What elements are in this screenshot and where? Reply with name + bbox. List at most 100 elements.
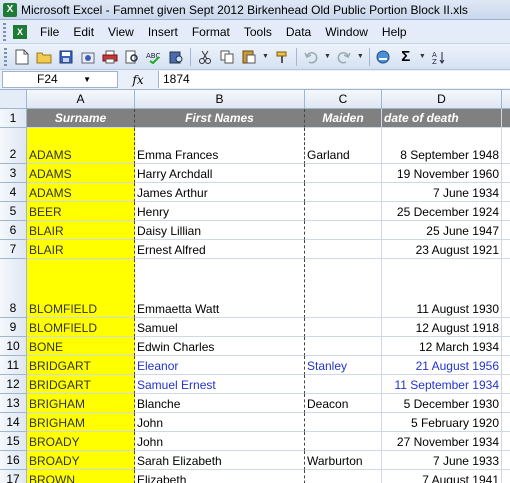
cell-surname[interactable]: BROWN: [27, 470, 135, 483]
name-box[interactable]: F24 ▼: [2, 71, 118, 88]
cell-e[interactable]: [502, 240, 510, 259]
cell-date-of-death[interactable]: 7 June 1934: [382, 183, 502, 202]
cell-first-names[interactable]: Eleanor: [135, 356, 305, 375]
column-header-d[interactable]: D: [382, 90, 502, 109]
insert-function-button[interactable]: fx: [118, 73, 158, 87]
autosum-dropdown-icon[interactable]: ▼: [419, 53, 426, 60]
open-icon[interactable]: [34, 47, 54, 67]
row-header[interactable]: 9: [0, 318, 27, 337]
formula-input[interactable]: 1874: [158, 71, 510, 88]
cell-e[interactable]: [502, 413, 510, 432]
new-icon[interactable]: [12, 47, 32, 67]
cell-maiden[interactable]: [305, 375, 382, 394]
cell-maiden[interactable]: [305, 318, 382, 337]
cell-date-of-death[interactable]: 5 February 1920: [382, 413, 502, 432]
row-header[interactable]: 12: [0, 375, 27, 394]
cell-first-names[interactable]: James Arthur: [135, 183, 305, 202]
name-box-dropdown-icon[interactable]: ▼: [83, 72, 91, 87]
cell-maiden[interactable]: Garland: [305, 128, 382, 164]
cell-date-of-death[interactable]: 11 September 1934: [382, 375, 502, 394]
permission-icon[interactable]: [78, 47, 98, 67]
cell-e[interactable]: [502, 128, 510, 164]
cell-e[interactable]: [502, 470, 510, 483]
menu-window[interactable]: Window: [318, 21, 375, 43]
worksheet-grid[interactable]: A B C D 1 Surname First Names Maiden dat…: [0, 90, 510, 483]
undo-icon[interactable]: [301, 47, 321, 67]
cell-e[interactable]: [502, 337, 510, 356]
print-icon[interactable]: [100, 47, 120, 67]
column-header-b[interactable]: B: [135, 90, 305, 109]
cell-first-names[interactable]: Harry Archdall: [135, 164, 305, 183]
cell-date-of-death[interactable]: 8 September 1948: [382, 128, 502, 164]
cell-date-of-death[interactable]: 23 August 1921: [382, 240, 502, 259]
column-header-a[interactable]: A: [27, 90, 135, 109]
cell-date-of-death[interactable]: 12 August 1918: [382, 318, 502, 337]
research-icon[interactable]: [166, 47, 186, 67]
row-header[interactable]: 4: [0, 183, 27, 202]
redo-icon[interactable]: [334, 47, 354, 67]
cell-surname[interactable]: ADAMS: [27, 128, 135, 164]
cell-surname[interactable]: BRIDGART: [27, 356, 135, 375]
cell-maiden[interactable]: Warburton: [305, 451, 382, 470]
menu-grip[interactable]: [3, 22, 6, 41]
cell-surname[interactable]: BLAIR: [27, 221, 135, 240]
column-header-c[interactable]: C: [305, 90, 382, 109]
sort-icon[interactable]: AZ: [429, 47, 449, 67]
cell-first-names[interactable]: Daisy Lillian: [135, 221, 305, 240]
menu-format[interactable]: Format: [185, 21, 237, 43]
cell-date-of-death[interactable]: 27 November 1934: [382, 432, 502, 451]
cell-first-names[interactable]: John: [135, 432, 305, 451]
cell-maiden[interactable]: [305, 221, 382, 240]
row-header[interactable]: 16: [0, 451, 27, 470]
row-header[interactable]: 1: [0, 109, 27, 128]
save-icon[interactable]: [56, 47, 76, 67]
cell-e[interactable]: [502, 221, 510, 240]
workbook-icon[interactable]: X: [13, 24, 27, 39]
format-painter-icon[interactable]: [272, 47, 292, 67]
cell-surname[interactable]: BLAIR: [27, 240, 135, 259]
cell-e[interactable]: [502, 451, 510, 470]
cell-date-of-death[interactable]: 25 December 1924: [382, 202, 502, 221]
cell-e[interactable]: [502, 109, 510, 128]
cell-e[interactable]: [502, 318, 510, 337]
cell-first-names[interactable]: Blanche: [135, 394, 305, 413]
cell-first-names[interactable]: John: [135, 413, 305, 432]
cell-surname[interactable]: BRIDGART: [27, 375, 135, 394]
cell-date-of-death[interactable]: 19 November 1960: [382, 164, 502, 183]
cell-surname[interactable]: ADAMS: [27, 183, 135, 202]
cell-date-of-death[interactable]: 25 June 1947: [382, 221, 502, 240]
cell-first-names[interactable]: Emmaetta Watt: [135, 259, 305, 318]
cell-surname[interactable]: BRIGHAM: [27, 394, 135, 413]
column-header-e[interactable]: [502, 90, 510, 109]
cell-surname[interactable]: ADAMS: [27, 164, 135, 183]
cell-e[interactable]: [502, 183, 510, 202]
cell-e[interactable]: [502, 394, 510, 413]
menu-tools[interactable]: Tools: [237, 21, 279, 43]
menu-help[interactable]: Help: [375, 21, 414, 43]
redo-dropdown-icon[interactable]: ▼: [357, 53, 364, 60]
cell-date-of-death[interactable]: 12 March 1934: [382, 337, 502, 356]
row-header[interactable]: 7: [0, 240, 27, 259]
menu-data[interactable]: Data: [279, 21, 318, 43]
row-header[interactable]: 11: [0, 356, 27, 375]
cell-surname[interactable]: BLOMFIELD: [27, 259, 135, 318]
cell-first-names[interactable]: Henry: [135, 202, 305, 221]
cell-surname[interactable]: BROADY: [27, 451, 135, 470]
cell-surname[interactable]: BLOMFIELD: [27, 318, 135, 337]
menu-file[interactable]: File: [33, 21, 66, 43]
cell-maiden[interactable]: [305, 337, 382, 356]
paste-dropdown-icon[interactable]: ▼: [262, 53, 269, 60]
toolbar-grip[interactable]: [4, 47, 7, 66]
row-header[interactable]: 5: [0, 202, 27, 221]
cell-first-names[interactable]: Elizabeth: [135, 470, 305, 483]
cell-first-names[interactable]: Samuel Ernest: [135, 375, 305, 394]
header-first-names[interactable]: First Names: [135, 109, 305, 128]
header-date-of-death[interactable]: date of death: [382, 109, 502, 128]
cell-first-names[interactable]: Samuel: [135, 318, 305, 337]
cell-date-of-death[interactable]: 7 August 1941: [382, 470, 502, 483]
cell-maiden[interactable]: [305, 202, 382, 221]
row-header[interactable]: 14: [0, 413, 27, 432]
cell-surname[interactable]: BROADY: [27, 432, 135, 451]
row-header[interactable]: 15: [0, 432, 27, 451]
row-header[interactable]: 6: [0, 221, 27, 240]
